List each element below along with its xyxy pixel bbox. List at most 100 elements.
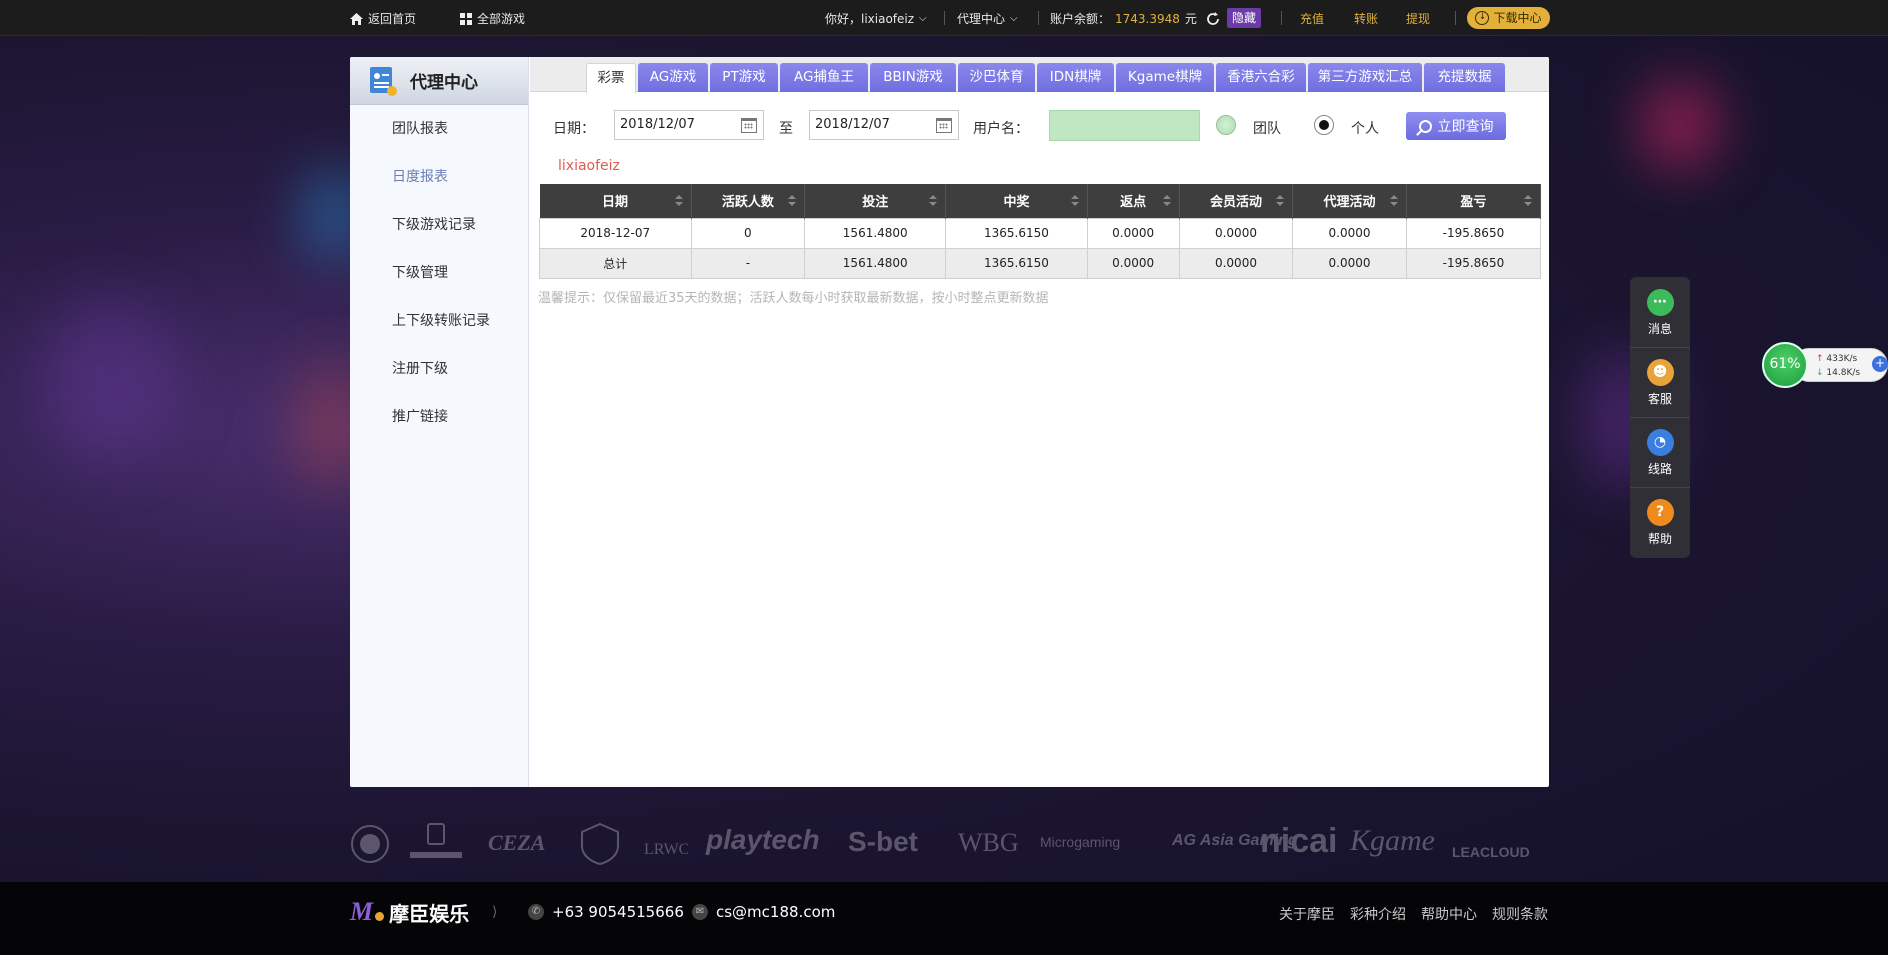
sort-icon[interactable]	[674, 195, 683, 207]
column-header-agent-activity[interactable]: 代理活动	[1292, 184, 1407, 218]
start-date-input[interactable]: 2018/12/07	[614, 110, 764, 140]
partner-emblem-logo	[351, 825, 389, 863]
tab-bbin-games[interactable]: BBIN游戏	[870, 63, 956, 92]
wbg-logo: WBG	[958, 828, 1019, 857]
withdraw-link[interactable]: 提现	[1406, 10, 1430, 27]
floating-service-panel: ⋯ 消息 ☻ 客服 ◔ 线路 ? 帮助	[1630, 277, 1690, 558]
user-menu[interactable]: 你好，lixiaofeiz ⌵	[825, 10, 927, 27]
team-radio[interactable]	[1216, 115, 1236, 135]
column-header-profit-loss[interactable]: 盈亏	[1406, 184, 1542, 218]
service-agent-icon: ☻	[1646, 359, 1674, 386]
column-header-member-activity[interactable]: 会员活动	[1179, 184, 1294, 218]
calendar-icon[interactable]	[936, 118, 952, 133]
username-input[interactable]	[1049, 110, 1200, 141]
grid-icon	[460, 12, 472, 25]
end-date-input[interactable]: 2018/12/07	[809, 110, 959, 140]
column-header-rebate[interactable]: 返点	[1087, 184, 1180, 218]
chat-icon: ⋯	[1646, 289, 1674, 316]
sort-icon[interactable]	[788, 195, 797, 207]
column-header-win[interactable]: 中奖	[945, 184, 1088, 218]
team-radio-label: 团队	[1253, 121, 1281, 137]
balance-value: 1743.3948	[1115, 11, 1180, 26]
tab-deposit-withdraw-data[interactable]: 充提数据	[1424, 63, 1505, 92]
footer-link-about[interactable]: 关于摩臣	[1279, 904, 1335, 924]
download-icon: ↓	[1475, 11, 1490, 25]
sidebar-item-register-sub[interactable]: 注册下级	[392, 358, 448, 378]
line-select-button[interactable]: ◔ 线路	[1630, 417, 1690, 487]
brand-name: 摩臣娱乐	[389, 901, 470, 926]
cell-agent-activity: 0.0000	[1292, 217, 1407, 249]
cell-win: 1365.6150	[945, 217, 1088, 249]
sort-icon[interactable]	[1162, 195, 1171, 207]
sidebar-item-promo-link[interactable]: 推广链接	[392, 406, 448, 426]
customer-service-button[interactable]: ☻ 客服	[1630, 347, 1690, 417]
transfer-link[interactable]: 转账	[1354, 10, 1378, 27]
footer-email[interactable]: ✉ cs@mc188.com	[692, 903, 835, 921]
download-arrow-icon: ↓	[1816, 368, 1824, 378]
hide-balance-button[interactable]: 隐藏	[1227, 8, 1262, 28]
column-header-active-users[interactable]: 活跃人数	[691, 184, 806, 218]
phone-icon: ✆	[528, 904, 544, 920]
tab-ag-games[interactable]: AG游戏	[638, 63, 708, 92]
table-header-row: 日期 活跃人数 投注 中奖 返点 会员活动 代理活动 盈亏	[539, 184, 1542, 218]
cell-date: 2018-12-07	[539, 217, 692, 249]
nicai-logo: nicai	[1260, 822, 1338, 860]
agent-center-menu[interactable]: 代理中心 ⌵	[957, 10, 1018, 27]
ceza-logo: CEZA	[488, 830, 546, 855]
tab-ag-fishing[interactable]: AG捕鱼王	[780, 63, 868, 92]
sidebar-item-team-report[interactable]: 团队报表	[392, 118, 448, 138]
partner-shield-logo	[581, 822, 619, 866]
memory-usage-bubble[interactable]: 61%	[1762, 342, 1808, 388]
tab-saba-sports[interactable]: 沙巴体育	[958, 63, 1035, 92]
help-button[interactable]: ? 帮助	[1630, 487, 1690, 557]
sidebar-header: 代理中心	[350, 57, 528, 105]
data-retention-tip: 温馨提示：仅保留最近35天的数据；活跃人数每小时获取最新数据，按小时整点更新数据	[538, 291, 1049, 306]
sort-icon[interactable]	[1524, 195, 1532, 207]
tab-pt-games[interactable]: PT游戏	[710, 63, 778, 92]
table-row: 2018-12-07 0 1561.4800 1365.6150 0.0000 …	[539, 217, 1542, 249]
tab-kgame-chess[interactable]: Kgame棋牌	[1116, 63, 1214, 92]
sidebar-item-sub-management[interactable]: 下级管理	[392, 262, 448, 282]
sort-icon[interactable]	[929, 195, 938, 207]
microgaming-logo: Microgaming	[1040, 834, 1121, 850]
column-header-date[interactable]: 日期	[539, 184, 692, 218]
footer-link-terms[interactable]: 规则条款	[1492, 904, 1548, 924]
all-games-link[interactable]: 全部游戏	[460, 10, 525, 27]
refresh-icon[interactable]	[1206, 11, 1220, 26]
tab-hk-mark-six[interactable]: 香港六合彩	[1216, 63, 1306, 92]
sidebar: 代理中心 团队报表 日度报表 下级游戏记录 下级管理 上下级转账记录 注册下级 …	[350, 57, 529, 787]
tab-lottery[interactable]: 彩票	[586, 63, 636, 93]
cell-total-bet: 1561.4800	[804, 247, 947, 279]
personal-radio[interactable]	[1314, 115, 1334, 135]
plus-icon[interactable]: +	[1872, 356, 1888, 372]
network-speed-widget[interactable]: 61% ↑ 433K/s ↓ 14.8K/s +	[1762, 342, 1888, 388]
footer-phone: ✆ +63 9054515666	[528, 903, 684, 921]
leacloud-logo: LEACLOUD	[1452, 844, 1530, 860]
tab-idn-chess[interactable]: IDN棋牌	[1037, 63, 1114, 92]
personal-radio-label: 个人	[1351, 121, 1379, 137]
tab-third-party-summary[interactable]: 第三方游戏汇总	[1308, 63, 1422, 92]
sidebar-title: 代理中心	[410, 73, 478, 93]
sort-icon[interactable]	[1070, 195, 1079, 207]
cell-member-activity: 0.0000	[1178, 217, 1294, 249]
home-link[interactable]: 返回首页	[350, 10, 416, 27]
recharge-link[interactable]: 充值	[1300, 10, 1324, 27]
messages-button[interactable]: ⋯ 消息	[1630, 277, 1690, 347]
query-button[interactable]: 立即查询	[1406, 112, 1506, 140]
calendar-icon[interactable]	[741, 118, 757, 133]
cell-total-member-activity: 0.0000	[1178, 247, 1294, 279]
sidebar-item-sub-game-records[interactable]: 下级游戏记录	[392, 214, 476, 234]
kgame-logo: Kgame	[1350, 824, 1435, 857]
column-header-bet[interactable]: 投注	[804, 184, 947, 218]
content-area: 彩票 AG游戏 PT游戏 AG捕鱼王 BBIN游戏 沙巴体育 IDN棋牌 Kga…	[530, 57, 1549, 787]
download-center-button[interactable]: ↓ 下载中心	[1467, 7, 1550, 29]
date-to-label: 至	[779, 121, 793, 137]
cell-bet: 1561.4800	[804, 217, 947, 249]
footer-link-help-center[interactable]: 帮助中心	[1421, 904, 1477, 924]
sidebar-item-daily-report[interactable]: 日度报表	[392, 166, 448, 186]
footer-link-lottery-intro[interactable]: 彩种介绍	[1350, 904, 1406, 924]
sort-icon[interactable]	[1276, 195, 1285, 207]
table-total-row: 总计 - 1561.4800 1365.6150 0.0000 0.0000 0…	[539, 247, 1542, 279]
sort-icon[interactable]	[1389, 195, 1398, 207]
sidebar-item-transfer-records[interactable]: 上下级转账记录	[392, 310, 490, 330]
